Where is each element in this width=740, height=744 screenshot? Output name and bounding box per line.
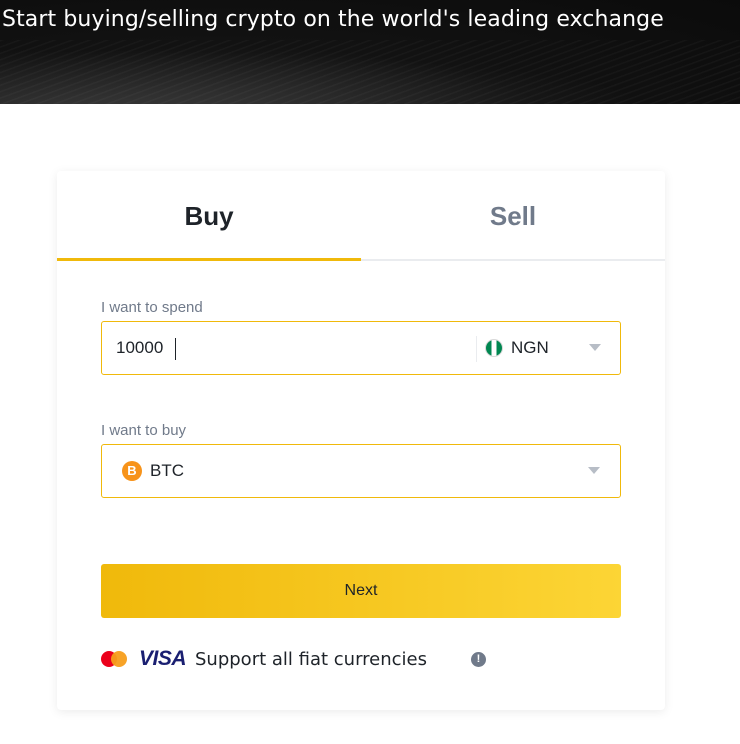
mastercard-icon-overlap: [111, 651, 127, 667]
trade-tabs: Buy Sell: [57, 171, 665, 261]
bitcoin-icon: B: [122, 461, 142, 481]
active-tab-indicator: [57, 258, 361, 261]
currency-divider: [476, 336, 477, 362]
hero-texture: [0, 40, 740, 104]
fiat-currency-code: NGN: [511, 338, 549, 357]
next-button[interactable]: Next: [101, 564, 621, 618]
trade-card: Buy Sell I want to spend NGN I want to b…: [57, 171, 665, 710]
tab-buy[interactable]: Buy: [57, 201, 361, 261]
hero-title: Start buying/selling crypto on the world…: [2, 7, 664, 32]
text-caret: [175, 338, 176, 360]
visa-logo: VISA: [139, 647, 187, 670]
buy-field: B BTC: [101, 444, 621, 498]
crypto-asset-select[interactable]: B BTC: [102, 445, 620, 497]
fiat-currency-select[interactable]: NGN: [482, 322, 620, 374]
support-text: Support all fiat currencies: [195, 649, 428, 670]
chevron-down-icon: [588, 467, 600, 474]
spend-field: NGN: [101, 321, 621, 375]
spend-amount-input[interactable]: [102, 322, 472, 374]
chevron-down-icon: [589, 344, 601, 351]
hero-banner: Start buying/selling crypto on the world…: [0, 0, 740, 104]
crypto-asset-code: BTC: [150, 461, 184, 480]
info-icon[interactable]: !: [471, 652, 486, 667]
spend-label: I want to spend: [101, 299, 203, 316]
nigeria-flag-icon: [485, 339, 503, 357]
tab-sell[interactable]: Sell: [361, 201, 665, 261]
buy-label: I want to buy: [101, 422, 187, 439]
payment-support-row: VISA Support all fiat currencies !: [101, 647, 621, 671]
